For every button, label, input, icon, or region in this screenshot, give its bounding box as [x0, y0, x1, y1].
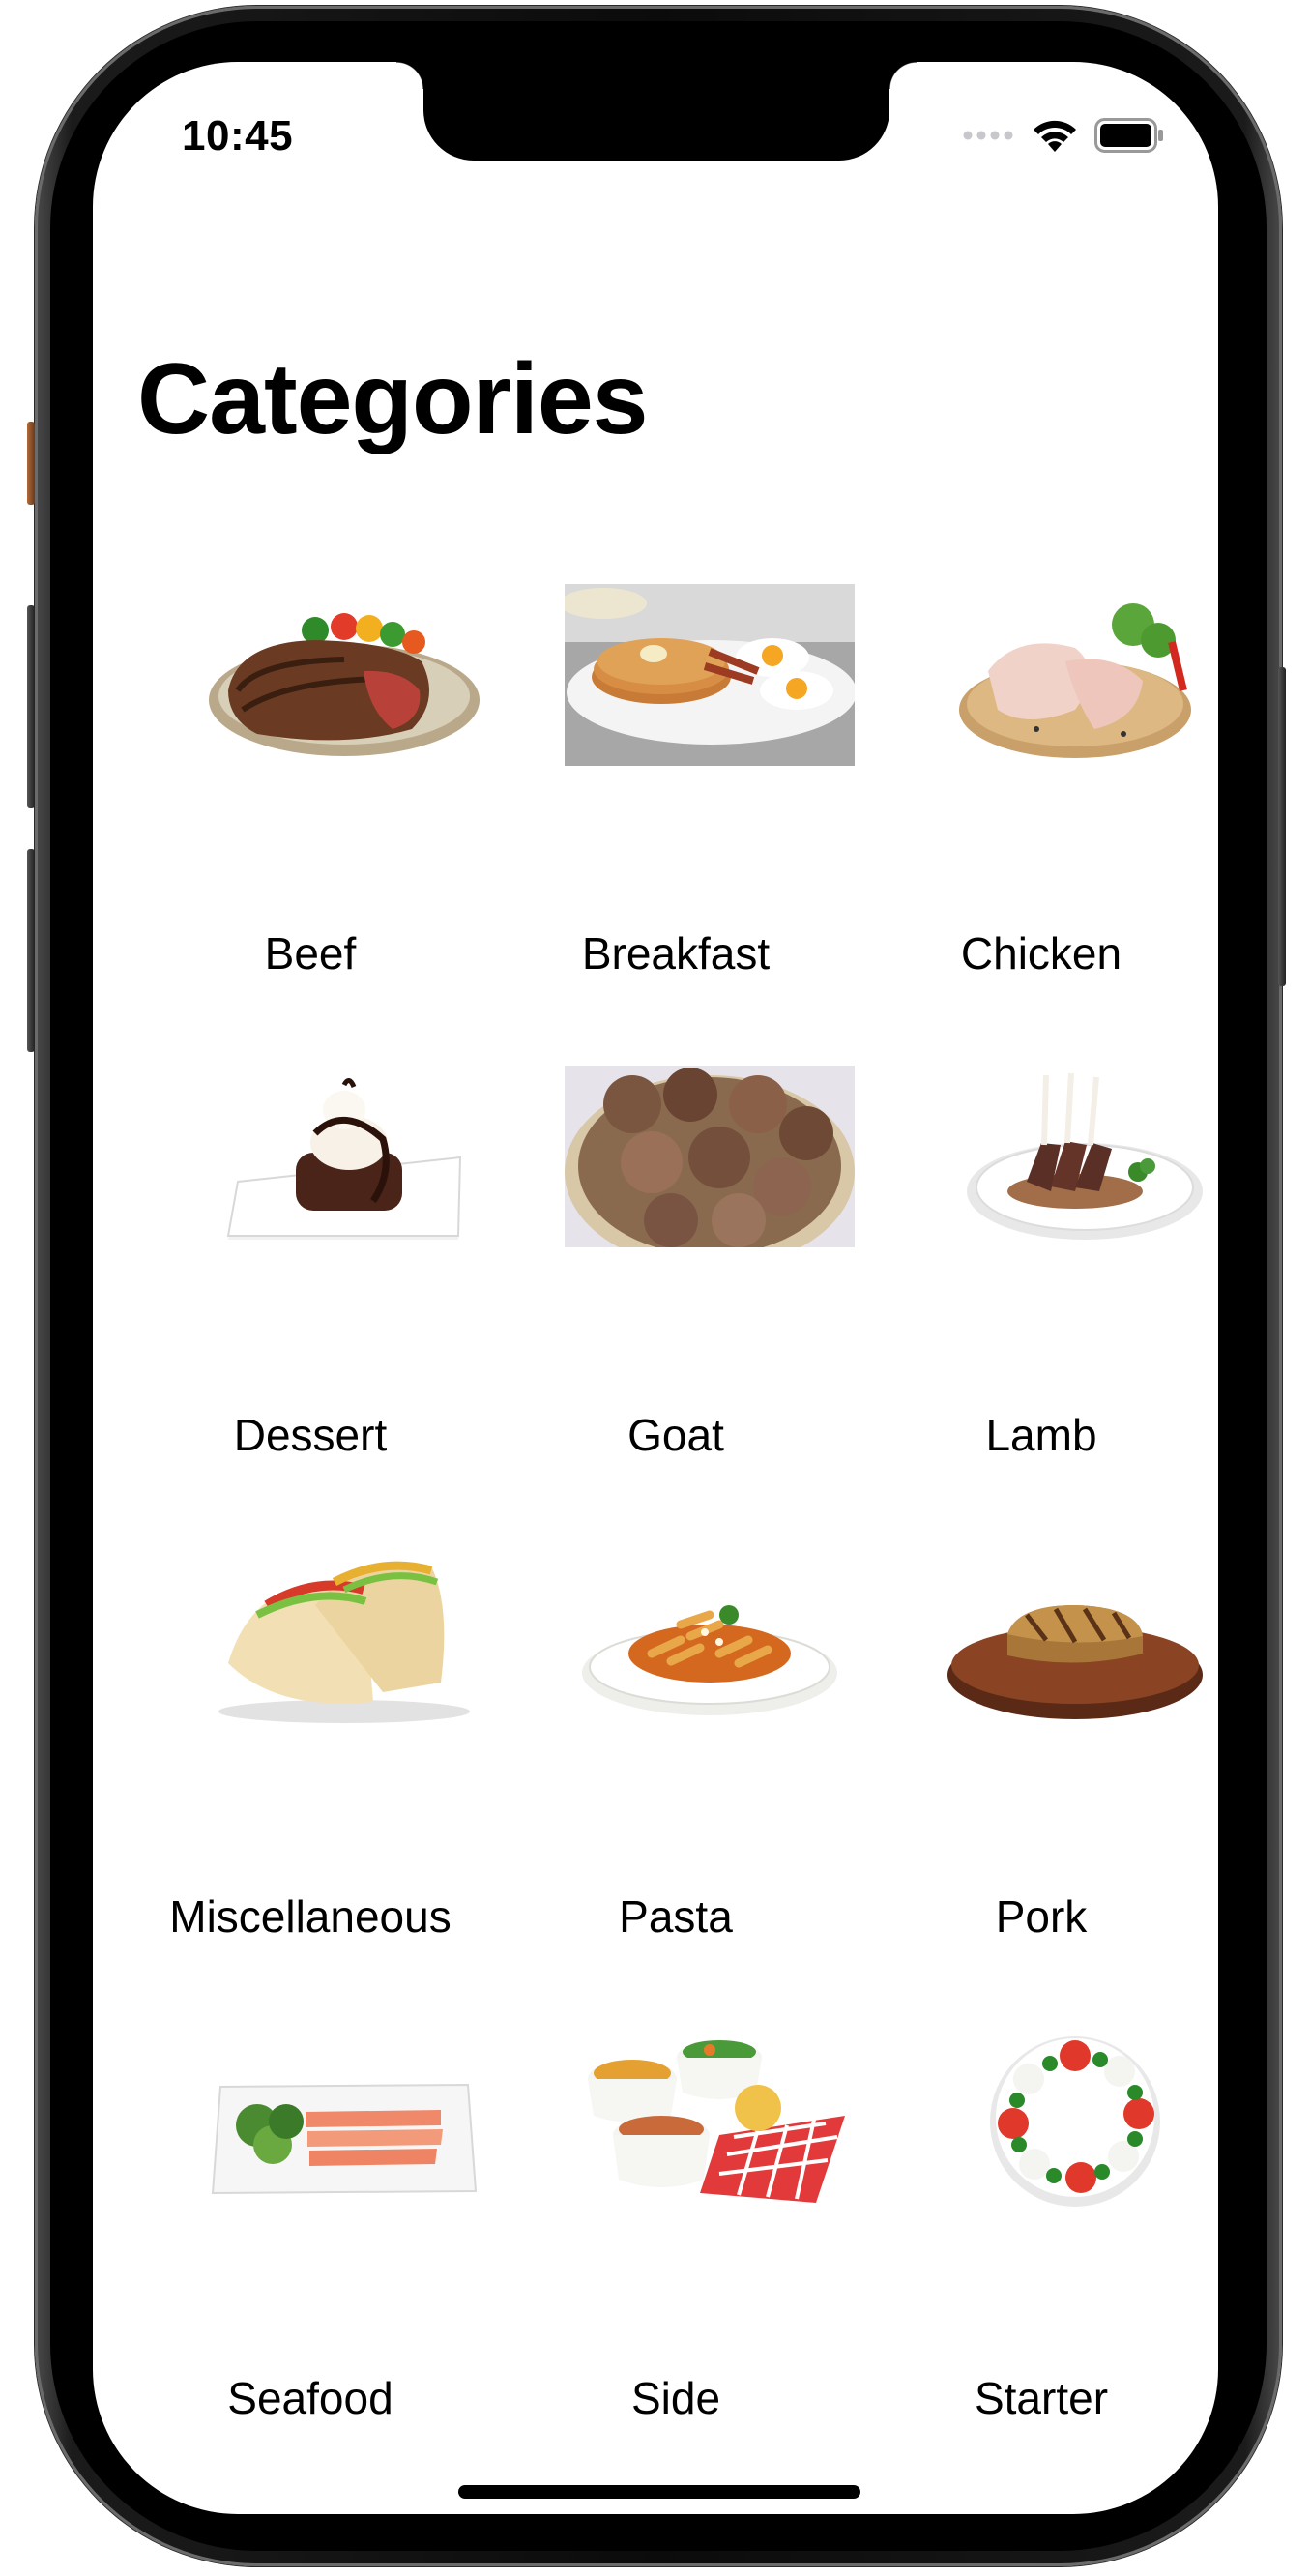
power-button [1278, 667, 1286, 986]
category-label: Pasta [619, 1891, 733, 1942]
category-label: Pork [995, 1891, 1088, 1942]
goat-meat-bowl-photo [565, 1066, 855, 1247]
screen: 10:45 Categories Beef Breakfast Chicken … [93, 62, 1218, 2514]
battery-icon [1094, 118, 1163, 153]
category-item-lamb[interactable]: Lamb [859, 1066, 1218, 1547]
category-item-goat[interactable]: Goat [493, 1066, 859, 1547]
category-label: Starter [974, 2373, 1109, 2423]
volume-down-button [27, 849, 35, 1052]
category-item-miscellaneous[interactable]: Miscellaneous [128, 1547, 493, 2029]
category-label: Dessert [233, 1410, 388, 1460]
category-label: Side [630, 2373, 721, 2423]
category-item-beef[interactable]: Beef [128, 584, 493, 1066]
category-item-side[interactable]: Side [493, 2029, 859, 2510]
category-item-chicken[interactable]: Chicken [859, 584, 1218, 1066]
tacos-photo [199, 1547, 489, 1729]
penne-pasta-photo [565, 1547, 855, 1729]
category-item-pasta[interactable]: Pasta [493, 1547, 859, 2029]
salmon-platter-photo [199, 2029, 489, 2210]
caprese-salad-photo [930, 2029, 1218, 2210]
brownie-sundae-photo [199, 1066, 489, 1247]
pancakes-eggs-photo [565, 584, 855, 766]
category-label: Chicken [960, 928, 1122, 979]
category-item-seafood[interactable]: Seafood [128, 2029, 493, 2510]
notch [396, 62, 917, 161]
category-label: Miscellaneous [169, 1891, 452, 1942]
category-grid: Beef Breakfast Chicken Dessert Goat Lamb… [128, 584, 1218, 2510]
page-title: Categories [137, 343, 649, 455]
action-button [27, 422, 35, 505]
category-item-dessert[interactable]: Dessert [128, 1066, 493, 1547]
lamb-rack-photo [930, 1066, 1218, 1247]
category-label: Goat [627, 1410, 724, 1460]
home-indicator[interactable] [458, 2485, 860, 2499]
category-label: Seafood [227, 2373, 393, 2423]
cellular-signal-icon [963, 131, 1013, 140]
status-icons [963, 116, 1164, 155]
wifi-icon [1034, 120, 1076, 152]
status-time: 10:45 [182, 112, 294, 160]
category-label: Lamb [985, 1410, 1097, 1460]
side-dishes-photo [565, 2029, 855, 2210]
raw-chicken-photo [930, 584, 1218, 766]
category-label: Breakfast [581, 928, 771, 979]
category-item-breakfast[interactable]: Breakfast [493, 584, 859, 1066]
grilled-pork-photo [930, 1547, 1218, 1729]
beef-steak-photo [199, 584, 489, 766]
category-item-starter[interactable]: Starter [859, 2029, 1218, 2510]
volume-up-button [27, 605, 35, 808]
category-item-pork[interactable]: Pork [859, 1547, 1218, 2029]
category-label: Beef [264, 928, 357, 979]
